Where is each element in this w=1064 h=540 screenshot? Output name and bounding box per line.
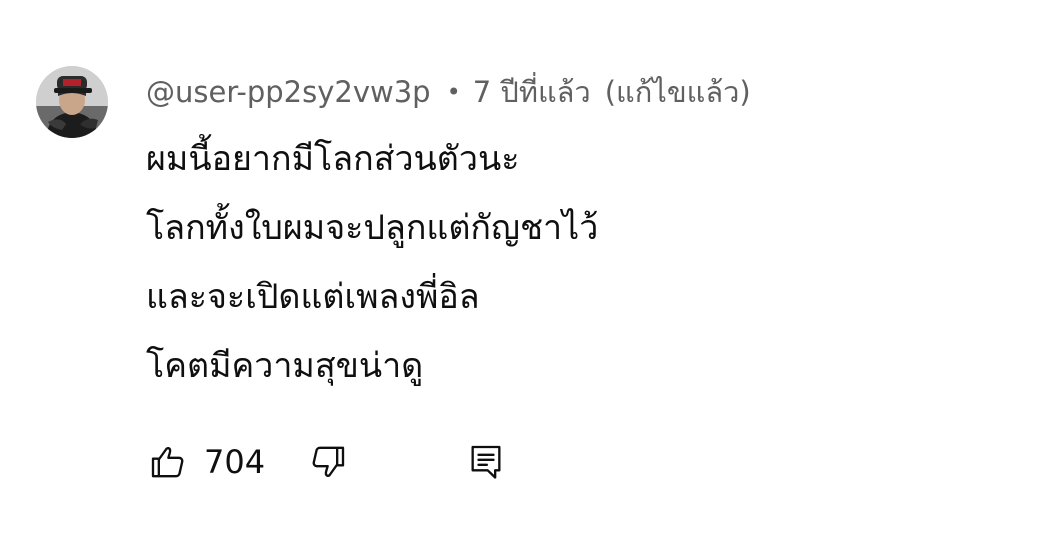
comment-reply-icon bbox=[471, 445, 501, 479]
comment-header: @user-pp2sy2vw3p • 7 ปีที่แล้ว (แก้ไขแล้… bbox=[146, 70, 751, 114]
reply-button[interactable] bbox=[464, 438, 508, 486]
comment-text: ผมนี้อยากมีโลกส่วนตัวนะ โลกทั้งใบผมจะปลู… bbox=[146, 132, 1026, 408]
avatar[interactable] bbox=[36, 66, 108, 138]
thumbs-down-icon bbox=[312, 446, 345, 477]
edited-label: (แก้ไขแล้ว) bbox=[604, 75, 751, 109]
like-count: 704 bbox=[204, 443, 266, 481]
comment-actions: 704 bbox=[146, 438, 508, 486]
dislike-button[interactable] bbox=[306, 438, 350, 486]
author-name[interactable]: @user-pp2sy2vw3p bbox=[146, 75, 431, 109]
comment-item: @user-pp2sy2vw3p • 7 ปีที่แล้ว (แก้ไขแล้… bbox=[0, 0, 1064, 540]
like-button[interactable] bbox=[146, 438, 190, 486]
avatar-image bbox=[36, 66, 108, 138]
thumbs-up-icon bbox=[151, 447, 184, 478]
comment-text-line: โคตมีความสุขน่าดู bbox=[146, 346, 424, 386]
comment-text-line: ผมนี้อยากมีโลกส่วนตัวนะ bbox=[146, 139, 520, 179]
comment-timestamp[interactable]: 7 ปีที่แล้ว bbox=[473, 69, 591, 115]
separator-dot: • bbox=[446, 78, 461, 106]
comment-text-line: และจะเปิดแต่เพลงพี่อิล bbox=[146, 277, 480, 317]
comment-text-line: โลกทั้งใบผมจะปลูกแต่กัญชาไว้ bbox=[146, 208, 599, 248]
